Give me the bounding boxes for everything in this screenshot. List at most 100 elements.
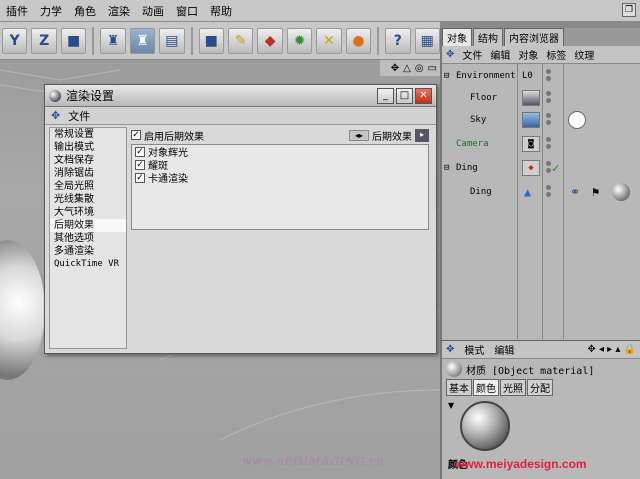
tab-illumination[interactable]: 光照 [500,379,526,396]
objmenu-file[interactable]: 文件 [462,47,482,62]
visibility-dots[interactable] [546,185,552,199]
category-multipass[interactable]: 多通渲染 [50,245,126,258]
maximize-button[interactable]: □ [396,88,413,104]
post-effects-dropdown-label: 后期效果 [372,132,412,143]
visibility-dots[interactable] [546,69,552,83]
object-row-ding-parent[interactable]: ⊟ Ding ◆ ✓ [442,158,640,178]
nurbs-icon[interactable]: ◆ [257,27,283,54]
visibility-dots[interactable] [546,91,552,105]
category-options[interactable]: 其他选项 [50,232,126,245]
objmenu-textures[interactable]: 纹理 [574,47,594,62]
menu-dynamics[interactable]: 力学 [34,3,68,19]
post-effects-dropdown[interactable]: ◂▸ 后期效果 ▸ [349,128,429,143]
camera-icon: ◙ [522,136,540,152]
category-general[interactable]: 常规设置 [50,128,126,141]
effect-cel-render[interactable]: ✓ 卡通渲染 [132,171,428,185]
visibility-dots[interactable] [546,137,552,151]
object-name: Floor [470,93,498,103]
menubar: 插件 力学 角色 渲染 动画 窗口 帮助 ❐ [0,0,640,22]
dialog-titlebar[interactable]: 渲染设置 _ □ ✕ [45,85,436,107]
material-tag[interactable] [612,183,630,201]
effect-object-glow[interactable]: ✓ 对象辉光 [132,145,428,159]
scene-settings-icon[interactable]: ▦ [414,27,440,54]
expand-icon[interactable]: ⊟ [444,163,449,173]
category-post-effects[interactable]: 后期效果 [50,219,126,232]
object-name: Environment [456,71,516,81]
spline-icon[interactable]: ✎ [227,27,254,54]
nav-arrows[interactable]: ✥ ◂ ▸ ▴ 🔒 [587,344,636,355]
render-active-view-icon[interactable]: ♜ [100,27,126,54]
category-caustics[interactable]: 光线集散 [50,193,126,206]
effect-label: 卡通渲染 [148,174,188,185]
minimize-button[interactable]: _ [377,88,394,104]
menu-character[interactable]: 角色 [68,3,102,19]
objmenu-objects[interactable]: 对象 [518,47,538,62]
category-environment[interactable]: 大气环境 [50,206,126,219]
sky-material-tag[interactable] [568,111,586,129]
effect-checkbox[interactable]: ✓ [135,172,145,183]
object-row-environment[interactable]: ⊟ Environment L0 [442,66,640,86]
object-name: Ding [456,163,478,173]
object-row-floor[interactable]: Floor [442,88,640,108]
main-toolbar: Y Z ■ ♜ ♜ ▤ ■ ✎ ◆ ✹ ✕ ● ? ▦ [0,22,440,60]
tab-color[interactable]: 颜色 [473,379,499,396]
y-axis-icon[interactable]: Y [2,27,28,54]
tab-content-browser[interactable]: 内容浏览器 [504,28,564,46]
attribute-tabs: 基本 颜色 光照 分配 [442,379,640,396]
effect-checkbox[interactable]: ✓ [135,146,145,157]
render-settings-icon[interactable]: ▤ [159,27,185,54]
menu-arrow-icon: ✥ [446,344,455,355]
enabled-check-icon[interactable]: ✓ [552,161,559,175]
enable-post-effects-checkbox[interactable]: ✓ [131,130,141,140]
menu-render[interactable]: 渲染 [102,3,136,19]
window-restore-button[interactable]: ❐ [622,3,636,17]
collapse-arrow-icon[interactable]: ▼ [448,401,454,410]
material-label: 材质 [Object material] [466,365,595,377]
dialog-menu-file[interactable]: 文件 [68,108,90,124]
category-antialiasing[interactable]: 消除锯齿 [50,167,126,180]
watermark-left: www.nEOIMAGING.cn [242,455,386,468]
objmenu-edit[interactable]: 编辑 [490,47,510,62]
object-row-camera[interactable]: Camera ◙ [442,134,640,154]
object-row-sky[interactable]: Sky [442,110,640,130]
phong-tag-icon[interactable]: ⚭ [570,185,580,199]
attr-menu-edit[interactable]: 编辑 [494,342,514,357]
menu-arrow-icon: ✥ [51,109,61,122]
attr-menu-mode[interactable]: 模式 [464,342,484,357]
dropdown-arrow-icon[interactable]: ▸ [415,129,429,142]
toolbar-separator [190,26,193,55]
cube-icon[interactable]: ■ [60,27,87,54]
menu-window[interactable]: 窗口 [170,3,204,19]
menu-plugins[interactable]: 插件 [0,3,34,19]
object-row-ding-child[interactable]: Ding ▲ ⚭ ⚑ [442,182,640,202]
close-button[interactable]: ✕ [415,88,432,104]
objmenu-tags[interactable]: 标签 [546,47,566,62]
scene-light-icon[interactable]: ● [345,27,372,54]
pointer-help-icon[interactable]: ? [385,27,411,54]
deformer-icon[interactable]: ✕ [316,27,342,54]
toolbar-separator [92,26,95,55]
effect-checkbox[interactable]: ✓ [135,159,145,170]
visibility-dots[interactable] [546,113,552,127]
object-cube-icon[interactable]: ■ [198,27,224,54]
category-quicktime-vr[interactable]: QuickTime VR [50,258,126,271]
array-icon[interactable]: ✹ [286,27,313,54]
tab-basic[interactable]: 基本 [446,379,472,396]
render-view-icon[interactable]: ♜ [129,27,156,54]
watermark-right: www.meiyadesign.com [455,457,587,471]
z-axis-icon[interactable]: Z [31,27,57,54]
category-list: 常规设置 输出模式 文档保存 消除锯齿 全局光照 光线集散 大气环境 后期效果 … [49,127,127,349]
material-ball-icon [446,361,462,377]
category-save[interactable]: 文档保存 [50,154,126,167]
cel-tag-icon[interactable]: ⚑ [592,185,599,199]
menu-animation[interactable]: 动画 [136,3,170,19]
category-output[interactable]: 输出模式 [50,141,126,154]
expand-icon[interactable]: ⊟ [444,71,449,81]
tab-assignment[interactable]: 分配 [527,379,553,396]
tab-objects[interactable]: 对象 [442,28,472,46]
reorder-arrows-icon[interactable]: ◂▸ [349,130,369,141]
null-object-icon: ◆ [522,160,540,176]
category-global-illumination[interactable]: 全局光照 [50,180,126,193]
tab-structure[interactable]: 结构 [473,28,503,46]
menu-help[interactable]: 帮助 [204,3,238,19]
